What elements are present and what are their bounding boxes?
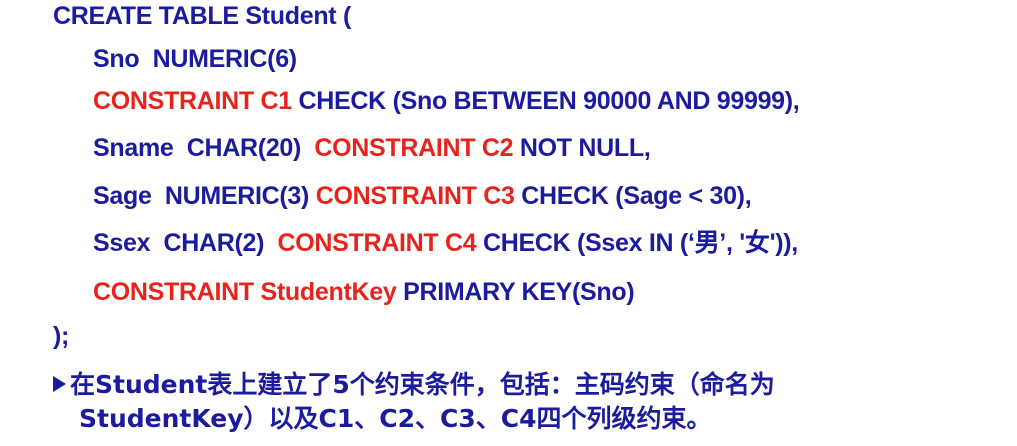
code-line-primary-key: CONSTRAINT StudentKey PRIMARY KEY(Sno) bbox=[93, 277, 635, 307]
slide: CREATE TABLE Student ( Sno NUMERIC(6) CO… bbox=[0, 0, 1017, 446]
column-def: Ssex CHAR(2) bbox=[93, 229, 278, 257]
code-line-ssex: Ssex CHAR(2) CONSTRAINT C4 CHECK (Ssex I… bbox=[93, 228, 798, 258]
note-line-1: 在Student表上建立了5个约束条件，包括：主码约束（命名为 bbox=[70, 370, 775, 399]
constraint-body: PRIMARY KEY(Sno) bbox=[396, 278, 635, 306]
constraint-keyword: CONSTRAINT C1 bbox=[93, 87, 292, 115]
constraint-body: CHECK (Ssex IN (‘男’, '女')), bbox=[476, 229, 798, 257]
column-def: Sage NUMERIC(3) bbox=[93, 182, 316, 210]
code-line-constraint-c1: CONSTRAINT C1 CHECK (Sno BETWEEN 90000 A… bbox=[93, 86, 800, 116]
code-line-sname: Sname CHAR(20) CONSTRAINT C2 NOT NULL, bbox=[93, 133, 651, 163]
constraint-body: NOT NULL, bbox=[513, 134, 651, 162]
code-line-close: ); bbox=[53, 322, 70, 350]
constraint-keyword: CONSTRAINT C3 bbox=[315, 182, 515, 210]
code-line-create-table: CREATE TABLE Student ( bbox=[53, 2, 352, 30]
code-line-sno: Sno NUMERIC(6) bbox=[93, 45, 297, 73]
constraint-body: CHECK (Sage < 30), bbox=[514, 182, 752, 210]
explanation-note: 在Student表上建立了5个约束条件，包括：主码约束（命名为 StudentK… bbox=[53, 368, 993, 436]
note-line-2: StudentKey）以及C1、C2、C3、C4四个列级约束。 bbox=[79, 404, 712, 433]
constraint-keyword: CONSTRAINT C4 bbox=[277, 229, 477, 257]
code-line-sage: Sage NUMERIC(3) CONSTRAINT C3 CHECK (Sag… bbox=[93, 181, 752, 211]
constraint-keyword: CONSTRAINT C2 bbox=[314, 134, 514, 162]
column-def: Sname CHAR(20) bbox=[93, 134, 315, 162]
constraint-body: CHECK (Sno BETWEEN 90000 AND 99999), bbox=[291, 87, 800, 115]
triangle-bullet-icon bbox=[53, 376, 66, 392]
constraint-keyword: CONSTRAINT StudentKey bbox=[93, 278, 397, 306]
